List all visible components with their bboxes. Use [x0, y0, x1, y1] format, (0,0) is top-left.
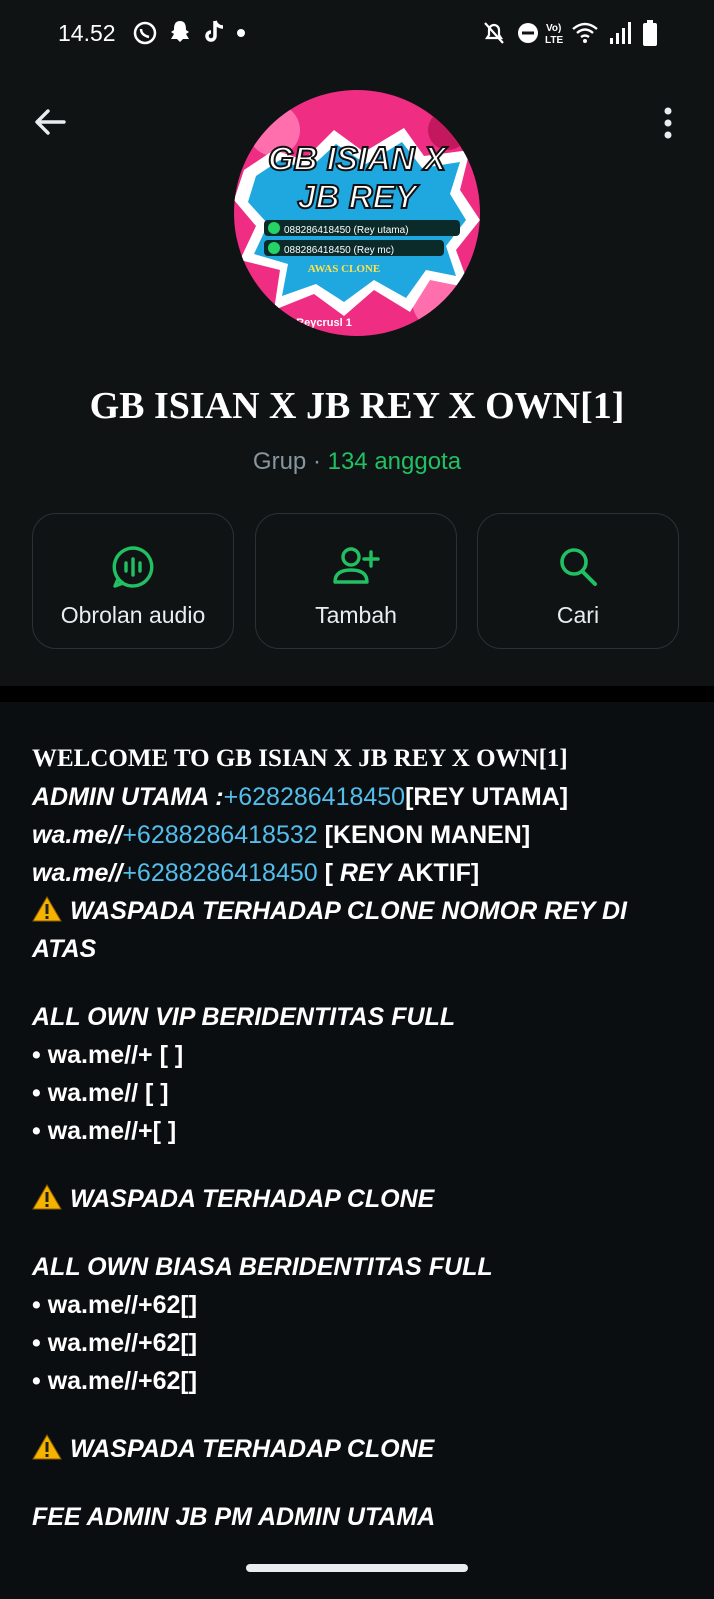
status-time: 14.52	[58, 20, 116, 46]
whatsapp-notification-icon	[133, 21, 157, 45]
desc-warning-1-cont: ATAS	[32, 935, 97, 963]
desc-line3-suffix-b: REY	[339, 859, 392, 887]
status-bar: 14.52 Vo) LTE	[0, 0, 714, 66]
add-member-button[interactable]: Tambah	[255, 513, 457, 649]
add-person-icon	[333, 547, 380, 584]
desc-admin-phone-link[interactable]: +628286418450	[224, 783, 405, 811]
desc-admin-suffix: [REY UTAMA]	[405, 783, 569, 811]
search-button[interactable]: Cari	[477, 513, 679, 649]
avatar-title-line2: JB REY	[297, 178, 419, 215]
desc-line2-suffix: [KENON MANEN]	[317, 821, 531, 849]
member-count[interactable]: 134 anggota	[328, 448, 461, 475]
desc-vip-item: • wa.me// [ ]	[32, 1079, 169, 1107]
desc-line3-suffix-a: [	[317, 859, 340, 887]
volte-icon: Vo)LTE	[545, 23, 563, 46]
system-navigation-bar	[0, 1548, 714, 1599]
more-options-icon[interactable]	[656, 103, 680, 143]
desc-vip-title: ALL OWN VIP BERIDENTITAS FULL	[32, 1003, 456, 1031]
desc-warning-1: WASPADA TERHADAP CLONE NOMOR REY DI	[70, 897, 627, 925]
desc-warning-2: WASPADA TERHADAP CLONE	[70, 1185, 435, 1213]
audio-chat-label: Obrolan audio	[60, 602, 206, 628]
snapchat-notification-icon	[171, 21, 189, 42]
desc-vip-item: • wa.me//+[ ]	[32, 1117, 177, 1145]
audio-chat-icon	[112, 546, 154, 588]
wifi-icon	[572, 22, 598, 43]
section-divider	[0, 686, 714, 702]
battery-icon	[643, 20, 657, 46]
desc-vip-item: • wa.me//+ [ ]	[32, 1041, 184, 1069]
warning-icon	[32, 896, 62, 922]
tiktok-notification-icon	[205, 20, 224, 42]
desc-admin-prefix: ADMIN UTAMA :	[32, 783, 224, 811]
more-notifications-dot-icon	[237, 29, 245, 37]
home-gesture-handle[interactable]	[246, 1564, 468, 1572]
add-member-label: Tambah	[315, 602, 397, 628]
desc-line3-phone-link[interactable]: +6288286418450	[122, 859, 317, 887]
desc-biasa-title: ALL OWN BIASA BERIDENTITAS FULL	[32, 1253, 493, 1281]
desc-biasa-item: • wa.me//+62[]	[32, 1329, 198, 1357]
desc-line2-phone-link[interactable]: +6288286418532	[122, 821, 317, 849]
group-description[interactable]: WELCOME TO GB ISIAN X JB REY X OWN[1] AD…	[32, 740, 682, 1536]
svg-text:Vo): Vo)	[546, 23, 561, 34]
avatar-phone1: 088286418450 (Rey utama)	[284, 225, 409, 236]
desc-biasa-item: • wa.me//+62[]	[32, 1367, 198, 1395]
desc-line3-prefix: wa.me//	[32, 859, 123, 887]
desc-biasa-item: • wa.me//+62[]	[32, 1291, 198, 1319]
warning-icon	[32, 1434, 62, 1460]
group-name: GB ISIAN X JB REY X OWN[1]	[89, 385, 625, 427]
search-icon	[560, 548, 597, 586]
mute-icon	[484, 22, 504, 44]
group-subtitle: Grup · 134 anggota	[0, 448, 714, 476]
avatar-phone2: 088286418450 (Rey mc)	[284, 245, 394, 256]
desc-line2-prefix: wa.me//	[32, 821, 123, 849]
desc-welcome: WELCOME TO GB ISIAN X JB REY X OWN[1]	[32, 745, 568, 772]
signal-icon	[610, 22, 631, 44]
warning-icon	[32, 1184, 62, 1210]
avatar-title-line1: GB ISIAN X	[268, 140, 448, 177]
desc-fee: FEE ADMIN JB PM ADMIN UTAMA	[32, 1503, 436, 1531]
desc-warning-3: WASPADA TERHADAP CLONE	[70, 1435, 435, 1463]
subtitle-separator: ·	[306, 448, 328, 475]
back-arrow-icon[interactable]	[28, 100, 72, 144]
group-avatar[interactable]: GB ISIAN X JB REY 088286418450 (Rey utam…	[234, 90, 480, 336]
svg-text:LTE: LTE	[545, 35, 563, 46]
search-label: Cari	[556, 602, 600, 628]
audio-chat-button[interactable]: Obrolan audio	[32, 513, 234, 649]
desc-line3-suffix-c: AKTIF]	[391, 859, 480, 887]
do-not-disturb-icon	[518, 23, 538, 43]
group-type: Grup	[252, 448, 307, 475]
avatar-warning: AWAS CLONE	[308, 263, 380, 275]
